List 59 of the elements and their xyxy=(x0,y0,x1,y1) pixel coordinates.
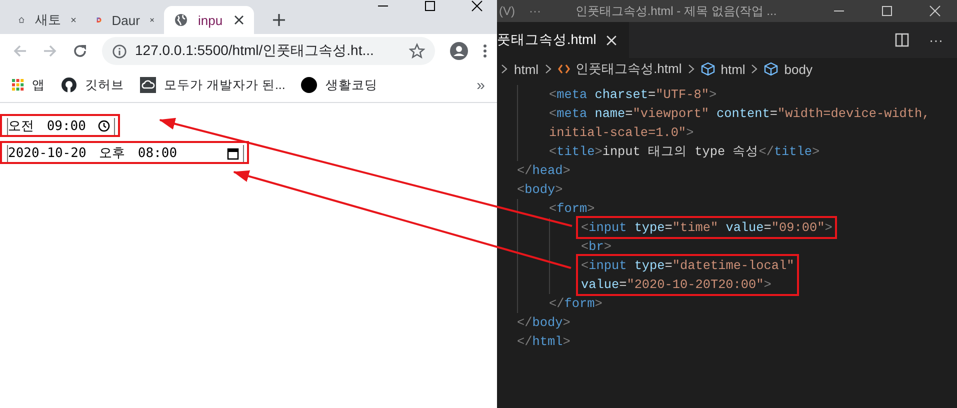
more-actions-button[interactable]: ··· xyxy=(929,32,943,48)
cube-icon xyxy=(764,62,778,76)
bookmark[interactable]: 깃허브 xyxy=(61,76,124,94)
browser-tab[interactable]: 새토 xyxy=(8,6,86,34)
time-input-field[interactable]: 오전 09:00 xyxy=(7,118,115,134)
code-line: </html> xyxy=(516,333,572,351)
tab-title: inpu xyxy=(198,12,224,28)
code-line: <meta name="viewport" content="width=device-width, initial-scale=1.0"> xyxy=(548,105,931,142)
cube-icon xyxy=(700,62,715,76)
split-editor-icon[interactable] xyxy=(895,33,909,47)
tab-title: 새토 xyxy=(35,11,61,29)
tab-title: Daur xyxy=(112,12,140,28)
breadcrumb[interactable]: html xyxy=(514,62,539,76)
code-line: </head> xyxy=(516,162,572,180)
close-icon[interactable] xyxy=(471,0,483,12)
code-line: </form> xyxy=(548,295,604,313)
circle-icon xyxy=(301,77,318,93)
new-tab-icon[interactable] xyxy=(272,13,286,27)
more-bookmarks-button[interactable]: » xyxy=(476,76,485,94)
bookmark[interactable]: 앱 xyxy=(12,76,45,94)
info-icon xyxy=(112,44,127,58)
window-title: 인풋태그속성.html - 제목 없음(작업 ... xyxy=(574,2,778,20)
reload-icon[interactable] xyxy=(72,43,88,59)
menu-icon[interactable] xyxy=(483,44,487,58)
code-brackets-icon xyxy=(558,64,570,74)
code-line: </body> xyxy=(516,314,572,332)
close-icon[interactable] xyxy=(234,15,244,25)
bookmark[interactable]: 생활코딩 xyxy=(301,76,378,94)
chevron-icon xyxy=(544,64,552,74)
address-bar[interactable]: 127.0.0.1:5500/html/인풋태그속성.ht... xyxy=(102,37,435,65)
profile-icon[interactable] xyxy=(449,41,469,61)
chevron-icon xyxy=(688,64,695,74)
bookmark[interactable]: 모두가 개발자가 된... xyxy=(140,76,286,94)
maximize-icon[interactable] xyxy=(424,0,436,12)
code-line: <body> xyxy=(516,181,564,199)
breadcrumb[interactable]: body xyxy=(784,62,812,76)
chevron-icon xyxy=(501,64,508,74)
apps-grid-icon xyxy=(12,79,24,91)
browser-tab[interactable]: inpu xyxy=(164,6,254,34)
chevron-icon xyxy=(751,64,758,74)
breadcrumb[interactable]: html xyxy=(720,62,746,76)
code-line: <form> xyxy=(548,200,596,218)
breadcrumb[interactable]: 인풋태그속성.html xyxy=(576,60,682,78)
clock-icon xyxy=(98,120,110,132)
url-text: 127.0.0.1:5500/html/인풋태그속성.ht... xyxy=(135,42,375,60)
globe-icon xyxy=(174,13,188,27)
menu-item[interactable]: (V) xyxy=(499,4,515,18)
code-line: <br> xyxy=(580,238,612,256)
code-line: <title>input 태그의 type 속성</title> xyxy=(548,143,821,161)
close-icon[interactable] xyxy=(71,15,76,25)
more-menu-button[interactable]: ··· xyxy=(529,4,541,18)
code-line: <meta charset="UTF-8"> xyxy=(548,86,718,104)
star-icon[interactable] xyxy=(409,43,425,59)
editor-tab[interactable]: 풋태그속성.html xyxy=(497,22,630,58)
cloud-icon xyxy=(140,77,156,93)
calendar-icon xyxy=(227,146,240,160)
browser-tab[interactable]: Daur xyxy=(86,6,164,34)
close-icon[interactable] xyxy=(150,15,154,25)
datetime-input-field[interactable]: 2020-10-20 오후 08:00 xyxy=(7,144,244,162)
